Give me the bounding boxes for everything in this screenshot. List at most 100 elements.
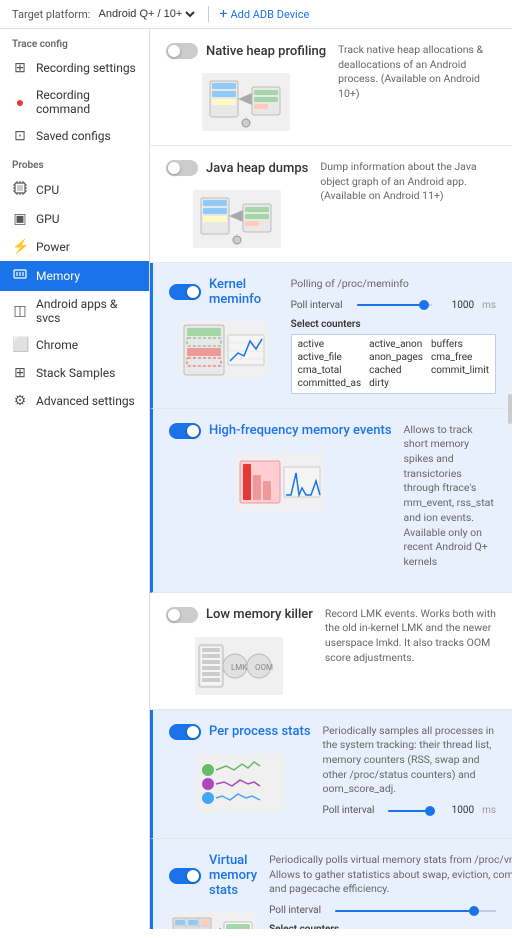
per-process-toggle[interactable]	[169, 724, 201, 740]
counter-anon-pages: anon_pages	[369, 352, 423, 363]
low-memory-toggle-track	[166, 607, 198, 623]
virtual-memory-toggle-track	[169, 868, 201, 884]
counter-cached: cached	[369, 365, 423, 376]
virtual-memory-toggle-thumb	[187, 870, 199, 882]
sidebar-item-label: GPU	[36, 212, 60, 226]
probe-java-heap: Java heap dumps	[150, 146, 512, 263]
sidebar-item-stack-samples[interactable]: ⊞ Stack Samples	[0, 359, 149, 387]
java-heap-desc: Dump information about the Java object g…	[320, 160, 496, 204]
counter-active-anon: active_anon	[369, 339, 423, 350]
high-freq-title: High-frequency memory events	[209, 423, 392, 438]
sidebar-item-recording-settings[interactable]: ⊞ Recording settings	[0, 54, 149, 82]
sidebar-item-cpu[interactable]: CPU	[0, 175, 149, 205]
virtual-memory-slider[interactable]	[335, 910, 496, 912]
probe-right-low-memory: Record LMK events. Works both with the o…	[325, 607, 496, 695]
kernel-meminfo-poll-label: Poll interval	[291, 300, 343, 311]
probe-right-per-process: Periodically samples all processes in th…	[323, 724, 496, 824]
per-process-poll-unit: ms	[482, 805, 496, 816]
sidebar-item-label: Power	[36, 240, 70, 254]
header-divider	[208, 6, 209, 22]
kernel-meminfo-toggle[interactable]	[169, 284, 201, 300]
probe-kernel-meminfo: Kernel meminfo	[150, 263, 512, 409]
native-heap-desc: Track native heap allocations & dealloca…	[338, 43, 496, 102]
kernel-meminfo-poll-unit: ms	[482, 300, 496, 311]
probe-native-heap: Native heap profiling	[150, 29, 512, 146]
recording-command-icon: ●	[12, 94, 28, 111]
sidebar-item-power[interactable]: ⚡ Power	[0, 233, 149, 261]
counter-cma-free: cma_free	[431, 352, 489, 363]
probe-left-high-freq: High-frequency memory events	[169, 423, 392, 578]
probe-left-low-memory: Low memory killer LMK	[166, 607, 313, 695]
kernel-meminfo-counters-label: Select counters	[291, 319, 496, 330]
target-platform-select[interactable]: Android Q+ / 10+	[94, 7, 198, 21]
kernel-meminfo-illustration	[180, 321, 268, 379]
native-heap-illustration	[202, 73, 290, 131]
low-memory-toggle[interactable]	[166, 607, 198, 623]
sidebar-item-recording-command[interactable]: ● Recording command	[0, 82, 149, 122]
header: Target platform: Android Q+ / 10+ + Add …	[0, 0, 512, 29]
gpu-icon: ▣	[12, 211, 28, 227]
native-heap-toggle[interactable]	[166, 43, 198, 59]
probe-header-high-freq: High-frequency memory events	[169, 423, 392, 439]
probe-virtual-memory-stats: Virtual memory stats	[150, 839, 512, 929]
native-heap-title: Native heap profiling	[206, 44, 326, 59]
probe-high-freq-memory: High-frequency memory events Allows to t…	[150, 409, 512, 593]
main-content: Native heap profiling	[150, 29, 512, 929]
probes-section-label: Probes	[0, 150, 149, 175]
per-process-desc: Periodically samples all processes in th…	[323, 724, 496, 797]
java-heap-toggle-track	[166, 160, 198, 176]
probe-right-high-freq: Allows to track short memory spikes and …	[404, 423, 496, 578]
sidebar-item-chrome[interactable]: ⬜ Chrome	[0, 331, 149, 359]
sidebar-item-gpu[interactable]: ▣ GPU	[0, 205, 149, 233]
high-freq-toggle-track	[169, 423, 201, 439]
probe-low-memory-killer: Low memory killer LMK	[150, 593, 512, 710]
high-freq-desc: Allows to track short memory spikes and …	[404, 423, 496, 570]
svg-text:OOM: OOM	[255, 663, 273, 672]
sidebar-item-memory[interactable]: Memory	[0, 261, 149, 291]
cpu-icon	[12, 181, 28, 199]
virtual-memory-desc: Periodically polls virtual memory stats …	[269, 853, 512, 897]
sidebar-item-android-apps[interactable]: ◫ Android apps & svcs	[0, 291, 149, 331]
kernel-meminfo-counters-section: Select counters active active_anon buffe…	[291, 319, 496, 394]
stack-samples-icon: ⊞	[12, 365, 28, 381]
probe-header-per-process: Per process stats	[169, 724, 311, 740]
saved-configs-icon: ⊡	[12, 128, 28, 144]
probe-left-java-heap: Java heap dumps	[166, 160, 308, 248]
plus-icon: +	[219, 6, 227, 22]
per-process-slider[interactable]	[388, 810, 432, 812]
recording-settings-icon: ⊞	[12, 60, 28, 76]
probe-right-java-heap: Dump information about the Java object g…	[320, 160, 496, 248]
java-heap-toggle-thumb	[168, 162, 180, 174]
advanced-settings-icon: ⚙	[12, 393, 28, 409]
chrome-icon: ⬜	[12, 337, 28, 353]
sidebar-item-label: Recording command	[36, 88, 137, 116]
probe-right-virtual-memory: Periodically polls virtual memory stats …	[269, 853, 512, 929]
target-platform-label: Target platform:	[12, 8, 90, 21]
virtual-memory-toggle[interactable]	[169, 868, 201, 884]
java-heap-toggle[interactable]	[166, 160, 198, 176]
svg-text:LMK: LMK	[231, 663, 248, 672]
probe-header-java-heap: Java heap dumps	[166, 160, 308, 176]
kernel-meminfo-slider[interactable]	[357, 304, 433, 306]
sidebar-item-label: CPU	[36, 183, 59, 197]
probe-header-low-memory: Low memory killer	[166, 607, 313, 623]
add-adb-device-button[interactable]: + Add ADB Device	[219, 6, 309, 22]
counter-active-file: active_file	[298, 352, 362, 363]
counter-commit-limit: commit_limit	[431, 365, 489, 376]
sidebar-item-saved-configs[interactable]: ⊡ Saved configs	[0, 122, 149, 150]
sidebar-item-advanced-settings[interactable]: ⚙ Advanced settings	[0, 387, 149, 415]
per-process-illustration	[196, 754, 284, 812]
virtual-memory-title: Virtual memory stats	[209, 853, 257, 898]
high-freq-toggle-thumb	[187, 425, 199, 437]
sidebar-item-label: Stack Samples	[36, 366, 115, 380]
probe-left-virtual-memory: Virtual memory stats	[169, 853, 257, 929]
sidebar-item-label: Chrome	[36, 338, 78, 352]
per-process-poll-value: 1000	[446, 805, 474, 816]
low-memory-toggle-thumb	[168, 609, 180, 621]
virtual-memory-counters-section: Select counters allocstall allocstall_mo…	[269, 924, 512, 929]
counter-cma-total: cma_total	[298, 365, 362, 376]
high-freq-toggle[interactable]	[169, 423, 201, 439]
probe-per-process-stats: Per process stats Periodically samples a…	[150, 710, 512, 839]
power-icon: ⚡	[12, 239, 28, 255]
native-heap-toggle-thumb	[168, 45, 180, 57]
